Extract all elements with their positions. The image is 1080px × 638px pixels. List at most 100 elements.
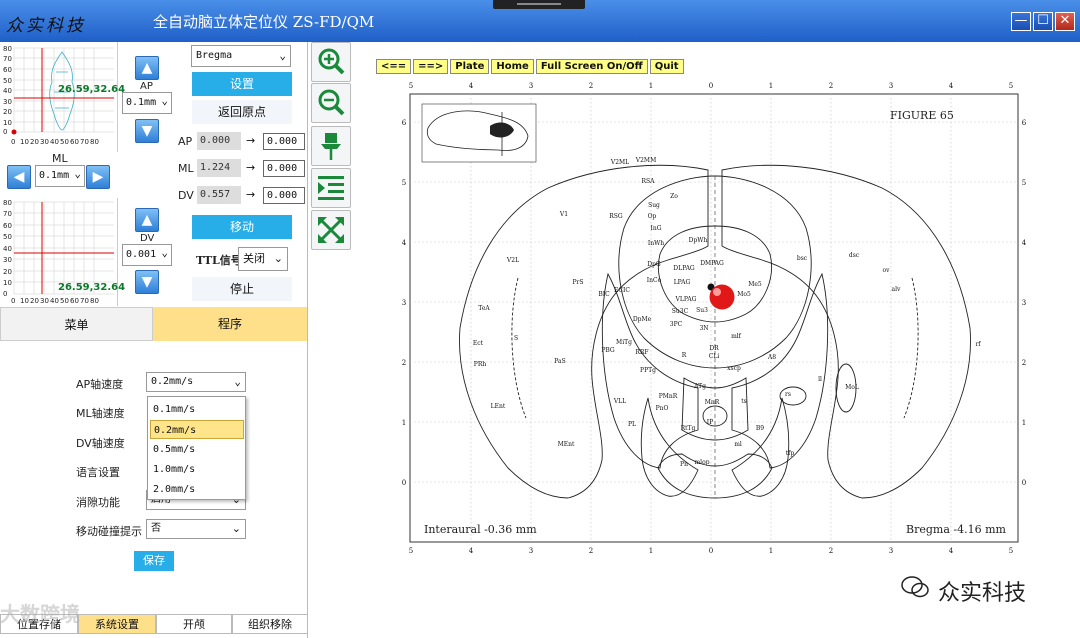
- left-tick-label: 5: [402, 179, 406, 187]
- ap-target-input[interactable]: 0.000: [263, 133, 305, 150]
- fullscreen-toggle-button[interactable]: Full Screen On/Off: [535, 59, 648, 74]
- zoom-out-button[interactable]: [311, 83, 351, 123]
- move-button[interactable]: 移动: [192, 215, 292, 239]
- region-label: PnO: [656, 405, 669, 412]
- craniotomy-button[interactable]: 开颅: [156, 614, 232, 634]
- right-tick-label: 4: [1022, 239, 1027, 247]
- right-tick-label: 0: [1022, 479, 1026, 487]
- speed-option[interactable]: 2.0mm/s: [150, 480, 244, 499]
- region-label: PMnR: [659, 393, 678, 400]
- speed-option[interactable]: 0.1mm/s: [150, 400, 244, 419]
- speed-option[interactable]: 0.5mm/s: [150, 440, 244, 459]
- minimize-button[interactable]: —: [1011, 12, 1031, 31]
- save-button[interactable]: 保存: [134, 551, 174, 571]
- bottom-tick-label: 3: [889, 547, 893, 555]
- ml-axis-label: ML: [52, 152, 68, 165]
- tick: 30: [40, 297, 49, 305]
- bottom-tick-label: 3: [529, 547, 533, 555]
- brain-atlas-plate[interactable]: 5 4 3 2 1 0 1 2 3 4 5 5 4 3 2 1 0 1 2 3 4 5 6 5 4 3 2 1 0 6 5 4 3 2 1 0 V2ML…: [398, 78, 1030, 556]
- speed-option-selected[interactable]: 0.2mm/s: [150, 420, 244, 439]
- right-tick-label: 5: [1022, 179, 1026, 187]
- speed-option[interactable]: 1.0mm/s: [150, 460, 244, 479]
- top-tick-label: 4: [949, 82, 954, 90]
- region-label: S: [514, 335, 518, 342]
- tissue-removal-button[interactable]: 组织移除: [232, 614, 308, 634]
- region-label: ml: [734, 441, 742, 448]
- title-bar: 众实科技 全自动脑立体定位仪 ZS-FD/QM — ☐ ✕: [0, 0, 1080, 42]
- dv-target-input[interactable]: 0.000: [263, 187, 305, 204]
- region-label: TeA: [478, 305, 490, 312]
- region-label: DpMe: [633, 316, 652, 323]
- reference-select[interactable]: Bregma ⌄: [191, 45, 291, 67]
- prev-plate-button[interactable]: <==: [376, 59, 412, 74]
- dv-axis-label: DV: [140, 233, 155, 244]
- next-plate-button[interactable]: ==>: [413, 59, 449, 74]
- list-indent-button[interactable]: [311, 168, 351, 208]
- ap-speed-value: 0.2mm/s: [151, 376, 194, 387]
- right-tick-label: 6: [1022, 119, 1027, 127]
- return-origin-button[interactable]: 返回原点: [192, 100, 292, 124]
- collision-select[interactable]: 否 ⌄: [146, 519, 246, 539]
- home-button[interactable]: Home: [491, 59, 534, 74]
- stop-button[interactable]: 停止: [192, 277, 292, 301]
- region-label: rs: [785, 391, 791, 398]
- region-label: Op: [648, 213, 657, 220]
- tick: 20: [30, 297, 39, 305]
- dv-plot[interactable]: 26.59,32.64 0 10 20 30 40 50 60 70 80 80…: [0, 198, 125, 306]
- close-button[interactable]: ✕: [1055, 12, 1075, 31]
- tick: 40: [3, 87, 12, 95]
- maximize-button[interactable]: ☐: [1033, 12, 1053, 31]
- right-tick-label: 1: [1022, 419, 1026, 427]
- region-label: PL: [628, 421, 636, 428]
- region-label: PRh: [474, 361, 487, 368]
- tab-menu[interactable]: 菜单: [0, 307, 153, 341]
- tick: 40: [3, 245, 12, 253]
- ap-speed-select[interactable]: 0.2mm/s ⌄: [146, 372, 246, 392]
- ap-ml-plot-canvas: [11, 47, 114, 135]
- tick: 20: [3, 108, 12, 116]
- region-label: B9: [756, 425, 764, 432]
- ml-left-button[interactable]: ◀: [7, 165, 31, 189]
- ttl-select[interactable]: 关闭 ⌄: [238, 247, 288, 271]
- ap-down-button[interactable]: ▼: [135, 119, 159, 143]
- ml-right-button[interactable]: ▶: [86, 165, 110, 189]
- top-tick-label: 0: [709, 82, 713, 90]
- dv-down-button[interactable]: ▼: [135, 270, 159, 294]
- tick: 80: [3, 45, 12, 53]
- dv-step-select[interactable]: 0.001: [122, 243, 172, 266]
- set-button[interactable]: 设置: [192, 72, 292, 96]
- quit-button[interactable]: Quit: [649, 59, 684, 74]
- region-label: ATg: [693, 383, 706, 390]
- atlas-tools: [309, 42, 351, 252]
- ap-step-select[interactable]: 0.1mm: [122, 91, 172, 114]
- region-label: Me5: [748, 281, 762, 288]
- bottom-tick-label: 5: [409, 547, 413, 555]
- tab-program[interactable]: 程序: [153, 307, 307, 341]
- right-tick-label: 3: [1022, 299, 1026, 307]
- region-label: MiTg: [616, 339, 632, 346]
- ml-step-select[interactable]: 0.1mm: [35, 164, 85, 187]
- fullscreen-button[interactable]: [311, 210, 351, 250]
- ml-target-input[interactable]: 0.000: [263, 160, 305, 177]
- collision-label: 移动碰撞提示: [76, 525, 142, 538]
- left-tick-label: 2: [402, 359, 406, 367]
- region-label: Mo5: [737, 291, 751, 298]
- plate-button[interactable]: Plate: [450, 59, 490, 74]
- dv-up-button[interactable]: ▲: [135, 208, 159, 232]
- arrow-right-icon: →: [246, 188, 256, 201]
- tick: 80: [90, 138, 99, 146]
- zoom-in-button[interactable]: [311, 42, 351, 82]
- region-label: tfp: [786, 450, 795, 457]
- brand-logo: 众实科技: [6, 16, 86, 36]
- region-label: ECIC: [614, 287, 630, 294]
- region-label: IP: [707, 419, 713, 426]
- region-label: mlop: [694, 459, 709, 466]
- system-settings-button[interactable]: 系统设置: [78, 614, 156, 634]
- ttl-value: 关闭: [243, 252, 265, 265]
- region-label: CLi: [709, 353, 720, 360]
- chevron-down-icon: ⌄: [279, 49, 286, 62]
- ap-ml-plot[interactable]: 26.59,32.64 0 10 20 30 40 50 60 70 80 80…: [0, 42, 125, 152]
- ap-up-button[interactable]: ▲: [135, 56, 159, 80]
- top-tick-label: 3: [889, 82, 893, 90]
- pin-button[interactable]: [311, 126, 351, 166]
